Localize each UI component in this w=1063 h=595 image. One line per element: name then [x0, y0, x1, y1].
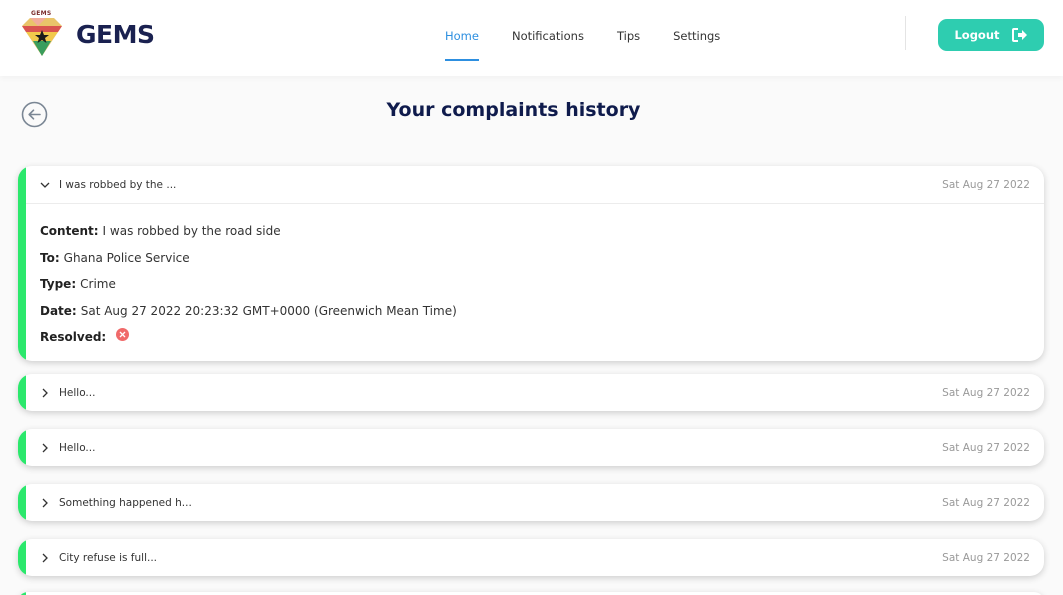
complaint-date: Sat Aug 27 2022: [942, 178, 1030, 191]
nav-notifications[interactable]: Notifications: [512, 29, 584, 43]
date-label: Date:: [40, 303, 77, 318]
complaint-date: Sat Aug 27 2022: [942, 386, 1030, 399]
chevron-right-icon: [39, 552, 51, 564]
detail-content: Content: I was robbed by the road side: [40, 218, 1022, 245]
chevron-right-icon: [39, 442, 51, 454]
logo-text: GEMS: [31, 10, 52, 17]
nav-tips[interactable]: Tips: [617, 29, 640, 43]
logout-button[interactable]: Logout: [938, 19, 1044, 51]
brand-name: GEMS: [76, 19, 155, 49]
complaint-header[interactable]: City refuse is full... Sat Aug 27 2022: [18, 539, 1044, 576]
content-value: I was robbed by the road side: [102, 224, 281, 238]
chevron-right-icon: [39, 387, 51, 399]
page-title: Your complaints history: [386, 99, 641, 121]
to-value: Ghana Police Service: [63, 250, 190, 265]
top-navbar: GEMS GEMS Home Notifications Tips Settin…: [0, 0, 1063, 76]
detail-type: Type: Crime: [40, 271, 1022, 298]
complaint-card: Something happened h... Sat Aug 27 2022: [18, 484, 1044, 521]
complaint-card: City refuse is full... Sat Aug 27 2022: [18, 539, 1044, 576]
type-label: Type:: [40, 277, 77, 291]
gem-logo-icon: GEMS: [18, 10, 66, 58]
complaint-header[interactable]: Hello... Sat Aug 27 2022: [18, 374, 1044, 411]
detail-resolved: Resolved:: [40, 324, 1022, 351]
detail-to: To: Ghana Police Service: [40, 245, 1022, 272]
resolved-label: Resolved:: [40, 330, 107, 344]
sign-out-icon: [1011, 28, 1027, 42]
complaint-card: Hello... Sat Aug 27 2022: [18, 374, 1044, 411]
complaint-details: Content: I was robbed by the road side T…: [18, 203, 1044, 361]
nav-divider: [905, 16, 906, 50]
brand-logo[interactable]: GEMS GEMS: [18, 10, 155, 58]
complaint-header[interactable]: Hello... Sat Aug 27 2022: [18, 429, 1044, 466]
complaint-subject: Hello...: [59, 441, 96, 454]
chevron-right-icon: [39, 497, 51, 509]
complaint-subject: Hello...: [59, 386, 96, 399]
complaint-header[interactable]: Something happened h... Sat Aug 27 2022: [18, 484, 1044, 521]
nav-home[interactable]: Home: [445, 29, 479, 61]
complaint-subject: City refuse is full...: [59, 551, 158, 564]
nav-settings[interactable]: Settings: [673, 29, 720, 43]
main-nav: Home Notifications Tips Settings: [445, 29, 753, 61]
content-label: Content:: [40, 224, 99, 238]
complaint-header[interactable]: I was robbed by the ... Sat Aug 27 2022: [18, 166, 1044, 203]
detail-date: Date: Sat Aug 27 2022 20:23:32 GMT+0000 …: [40, 298, 1022, 325]
date-value: Sat Aug 27 2022 20:23:32 GMT+0000 (Green…: [80, 303, 457, 318]
chevron-down-icon: [39, 179, 51, 191]
logout-label: Logout: [954, 28, 1000, 42]
unresolved-x-icon: [116, 327, 130, 341]
complaint-date: Sat Aug 27 2022: [942, 441, 1030, 454]
to-label: To:: [40, 250, 60, 265]
complaint-subject: Something happened h...: [59, 496, 192, 509]
complaint-card: I was robbed by the ... Sat Aug 27 2022 …: [18, 166, 1044, 361]
complaint-date: Sat Aug 27 2022: [942, 551, 1030, 564]
type-value: Crime: [80, 277, 116, 291]
complaint-subject: I was robbed by the ...: [59, 178, 177, 191]
complaint-date: Sat Aug 27 2022: [942, 496, 1030, 509]
complaint-card: Hello... Sat Aug 27 2022: [18, 429, 1044, 466]
